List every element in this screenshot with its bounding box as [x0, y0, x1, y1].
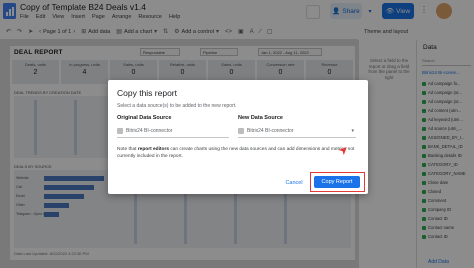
dialog-title: Copy this report: [117, 88, 177, 98]
data-source-icon: [238, 128, 244, 134]
dialog-subtitle: Select a data source(s) to be added to t…: [117, 103, 237, 109]
chevron-down-icon[interactable]: ▾: [351, 128, 354, 134]
new-source-value: Bitrix24 BI-connector: [247, 128, 294, 134]
new-source-header: New Data Source: [238, 115, 283, 121]
original-source-field: Bitrix24 BI-connector: [117, 125, 229, 138]
original-source-header: Original Data Source: [117, 115, 172, 121]
copy-report-button[interactable]: Copy Report: [314, 176, 360, 188]
original-source-value: Bitrix24 BI-connector: [126, 128, 173, 134]
new-source-select[interactable]: Bitrix24 BI-connector ▾: [238, 125, 356, 138]
data-source-icon: [117, 128, 123, 134]
cancel-button[interactable]: Cancel: [281, 177, 307, 188]
dialog-note: Note that report editors can create char…: [117, 147, 355, 159]
